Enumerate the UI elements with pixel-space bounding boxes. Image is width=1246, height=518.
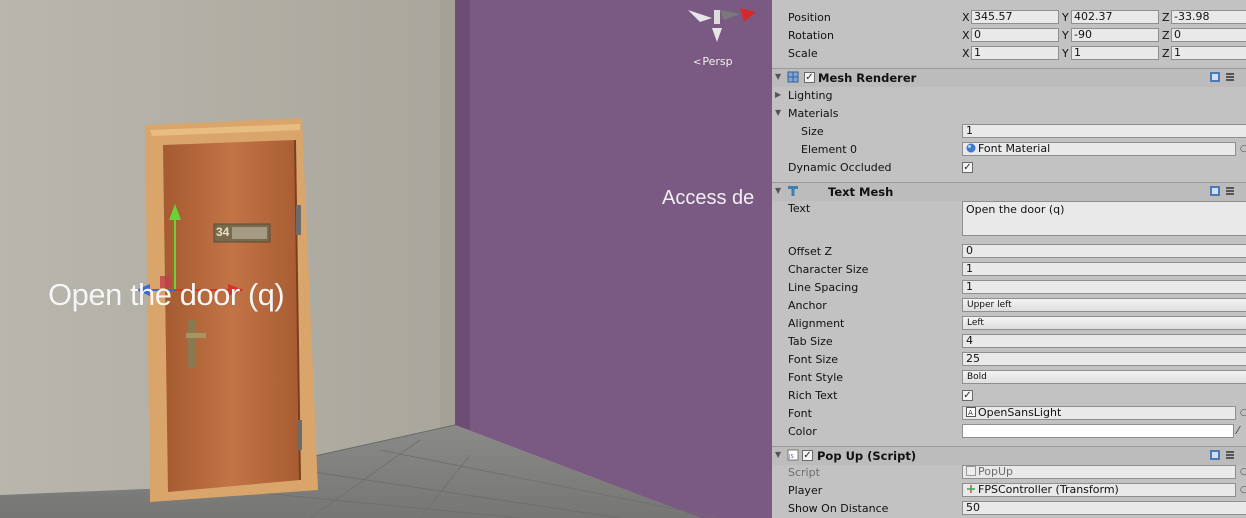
eyedropper-icon[interactable]: ⁄ — [1237, 424, 1239, 437]
door-number: 34 — [216, 225, 230, 239]
element0-field[interactable]: Font Material — [962, 142, 1236, 156]
script-row: Script PopUp ○ — [788, 465, 1246, 479]
materials-foldout[interactable]: ▼ Materials — [772, 105, 1246, 123]
color-row: Color ⁄ — [788, 424, 1239, 438]
tab-size-field[interactable]: 4 — [962, 334, 1246, 348]
scale-y-field[interactable]: 1 — [1071, 46, 1159, 60]
anchor-dropdown[interactable]: Upper left — [962, 298, 1246, 312]
object-picker-icon[interactable]: ○ — [1240, 467, 1246, 477]
font-size-row: Font Size 25 — [772, 351, 1246, 369]
preset-settings-icon[interactable] — [1224, 449, 1236, 461]
script-asset-icon — [966, 466, 976, 476]
anchor-row: Anchor Upper left — [772, 297, 1246, 315]
svg-text:A: A — [968, 409, 973, 417]
rotation-x-field[interactable]: 0 — [971, 28, 1059, 42]
font-style-dropdown[interactable]: Bold — [962, 370, 1246, 384]
access-text-3d: Access de — [662, 187, 755, 209]
floating-3d-text: Open the door (q) — [48, 277, 285, 312]
alignment-row: Alignment Left — [772, 315, 1246, 333]
text-mesh-header[interactable]: ▼ Text Mesh — [772, 182, 1246, 201]
character-size-field[interactable]: 1 — [962, 262, 1246, 276]
object-picker-icon[interactable]: ○ — [1240, 408, 1246, 418]
element0-row: Element 0 Font Material ○ — [801, 142, 1246, 156]
script-file-icon: JS — [787, 449, 799, 461]
perspective-toggle[interactable]: <Persp — [693, 55, 733, 68]
scale-x-field[interactable]: 1 — [971, 46, 1059, 60]
player-row: Player FPSController (Transform) ○ — [788, 483, 1246, 497]
popup-script-header[interactable]: ▼ JS ✓ Pop Up (Script) — [772, 446, 1246, 465]
object-picker-icon[interactable]: ○ — [1240, 485, 1246, 495]
rich-text-row: Rich Text ✓ — [788, 389, 973, 402]
scale-row: Scale X 1 Y 1 Z 1 — [772, 45, 1246, 63]
font-size-field[interactable]: 25 — [962, 352, 1246, 366]
script-field: PopUp — [962, 465, 1236, 479]
tab-size-row: Tab Size 4 — [772, 333, 1246, 351]
transform-icon — [967, 485, 975, 493]
show-on-distance-field[interactable]: 50 — [962, 501, 1246, 515]
text-area-field[interactable]: Open the door (q) — [962, 201, 1246, 236]
collapse-arrow-icon[interactable]: ▼ — [775, 72, 781, 81]
line-spacing-row: Line Spacing 1 — [772, 279, 1246, 297]
scene-render — [0, 0, 772, 518]
position-y-field[interactable]: 402.37 — [1071, 10, 1159, 24]
mesh-renderer-enabled-checkbox[interactable]: ✓ — [804, 72, 815, 83]
rotation-z-field[interactable]: 0 — [1171, 28, 1246, 42]
help-book-icon[interactable] — [1209, 185, 1221, 197]
line-spacing-field[interactable]: 1 — [962, 280, 1246, 294]
help-book-icon[interactable] — [1209, 449, 1221, 461]
preset-settings-icon[interactable] — [1224, 185, 1236, 197]
rich-text-checkbox[interactable]: ✓ — [962, 390, 973, 401]
alignment-dropdown[interactable]: Left — [962, 316, 1246, 330]
preset-settings-icon[interactable] — [1224, 71, 1236, 83]
svg-text:JS: JS — [788, 454, 794, 460]
materials-size-field[interactable]: 1 — [962, 124, 1246, 138]
character-size-row: Character Size 1 — [772, 261, 1246, 279]
font-asset-icon: A — [966, 407, 976, 417]
mesh-renderer-header[interactable]: ▼ ✓ Mesh Renderer — [772, 68, 1246, 87]
rotation-y-field[interactable]: -90 — [1071, 28, 1159, 42]
collapse-arrow-icon[interactable]: ▼ — [775, 186, 781, 195]
dynamic-occluded-row: Dynamic Occluded ✓ — [788, 161, 973, 174]
offset-z-field[interactable]: 0 — [962, 244, 1246, 258]
object-picker-icon[interactable]: ○ — [1240, 144, 1246, 154]
font-style-row: Font Style Bold — [772, 369, 1246, 387]
position-z-field[interactable]: -33.98 — [1171, 10, 1246, 24]
inspector-panel: Position X 345.57 Y 402.37 Z -33.98 Rota… — [772, 0, 1246, 518]
perspective-arrow-icon: < — [693, 57, 702, 68]
scale-z-field[interactable]: 1 — [1171, 46, 1246, 60]
player-field[interactable]: FPSController (Transform) — [962, 483, 1236, 497]
collapse-arrow-icon[interactable]: ▼ — [775, 450, 781, 459]
position-x-field[interactable]: 345.57 — [971, 10, 1059, 24]
mesh-renderer-icon — [787, 71, 799, 83]
color-swatch[interactable] — [962, 424, 1234, 438]
lighting-foldout[interactable]: ▶ Lighting — [772, 87, 1246, 105]
door-number-plate: 34 — [214, 225, 269, 241]
rotation-row: Rotation X 0 Y -90 Z 0 — [772, 27, 1246, 45]
materials-size-row: Size 1 — [772, 123, 1246, 141]
dynamic-occluded-checkbox[interactable]: ✓ — [962, 162, 973, 173]
offset-z-row: Offset Z 0 — [772, 243, 1246, 261]
text-row: Text Open the door (q) — [772, 200, 1246, 240]
popup-enabled-checkbox[interactable]: ✓ — [802, 450, 813, 461]
scene-view[interactable]: <Persp Access de 34 Open the door (q) — [0, 0, 772, 518]
foldout-right-arrow-icon: ▶ — [775, 90, 782, 99]
foldout-down-arrow-icon: ▼ — [775, 108, 782, 117]
font-row: Font A OpenSansLight ○ — [788, 406, 1246, 420]
font-field[interactable]: A OpenSansLight — [962, 406, 1236, 420]
material-sphere-icon — [966, 143, 976, 153]
show-on-distance-row: Show On Distance 50 — [772, 500, 1246, 518]
position-row: Position X 345.57 Y 402.37 Z -33.98 — [772, 9, 1246, 27]
text-mesh-icon — [788, 186, 798, 196]
help-book-icon[interactable] — [1209, 71, 1221, 83]
